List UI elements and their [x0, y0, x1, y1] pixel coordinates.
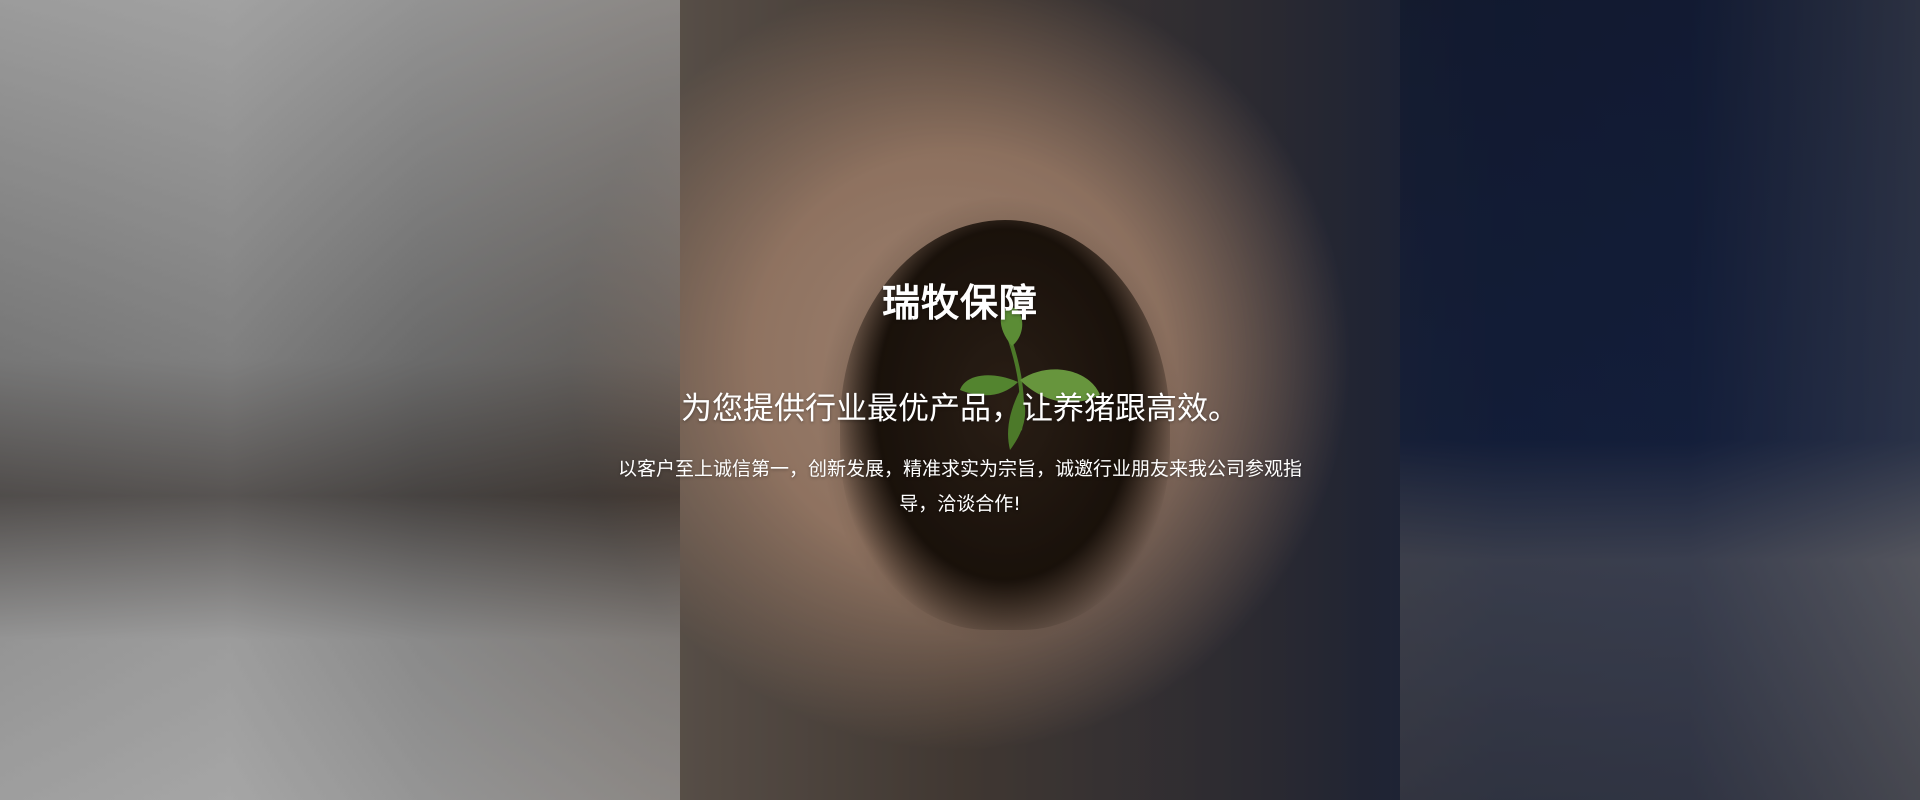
hero-subtitle: 为您提供行业最优产品，让养猪跟高效。 — [681, 391, 1239, 427]
hero-banner: 瑞牧保障 为您提供行业最优产品，让养猪跟高效。 以客户至上诚信第一，创新发展，精… — [0, 0, 1920, 800]
hero-content: 瑞牧保障 为您提供行业最优产品，让养猪跟高效。 以客户至上诚信第一，创新发展，精… — [0, 0, 1920, 800]
hero-description: 以客户至上诚信第一，创新发展，精准求实为宗旨，诚邀行业朋友来我公司参观指导，洽谈… — [617, 458, 1302, 515]
hero-title: 瑞牧保障 — [881, 281, 1038, 325]
